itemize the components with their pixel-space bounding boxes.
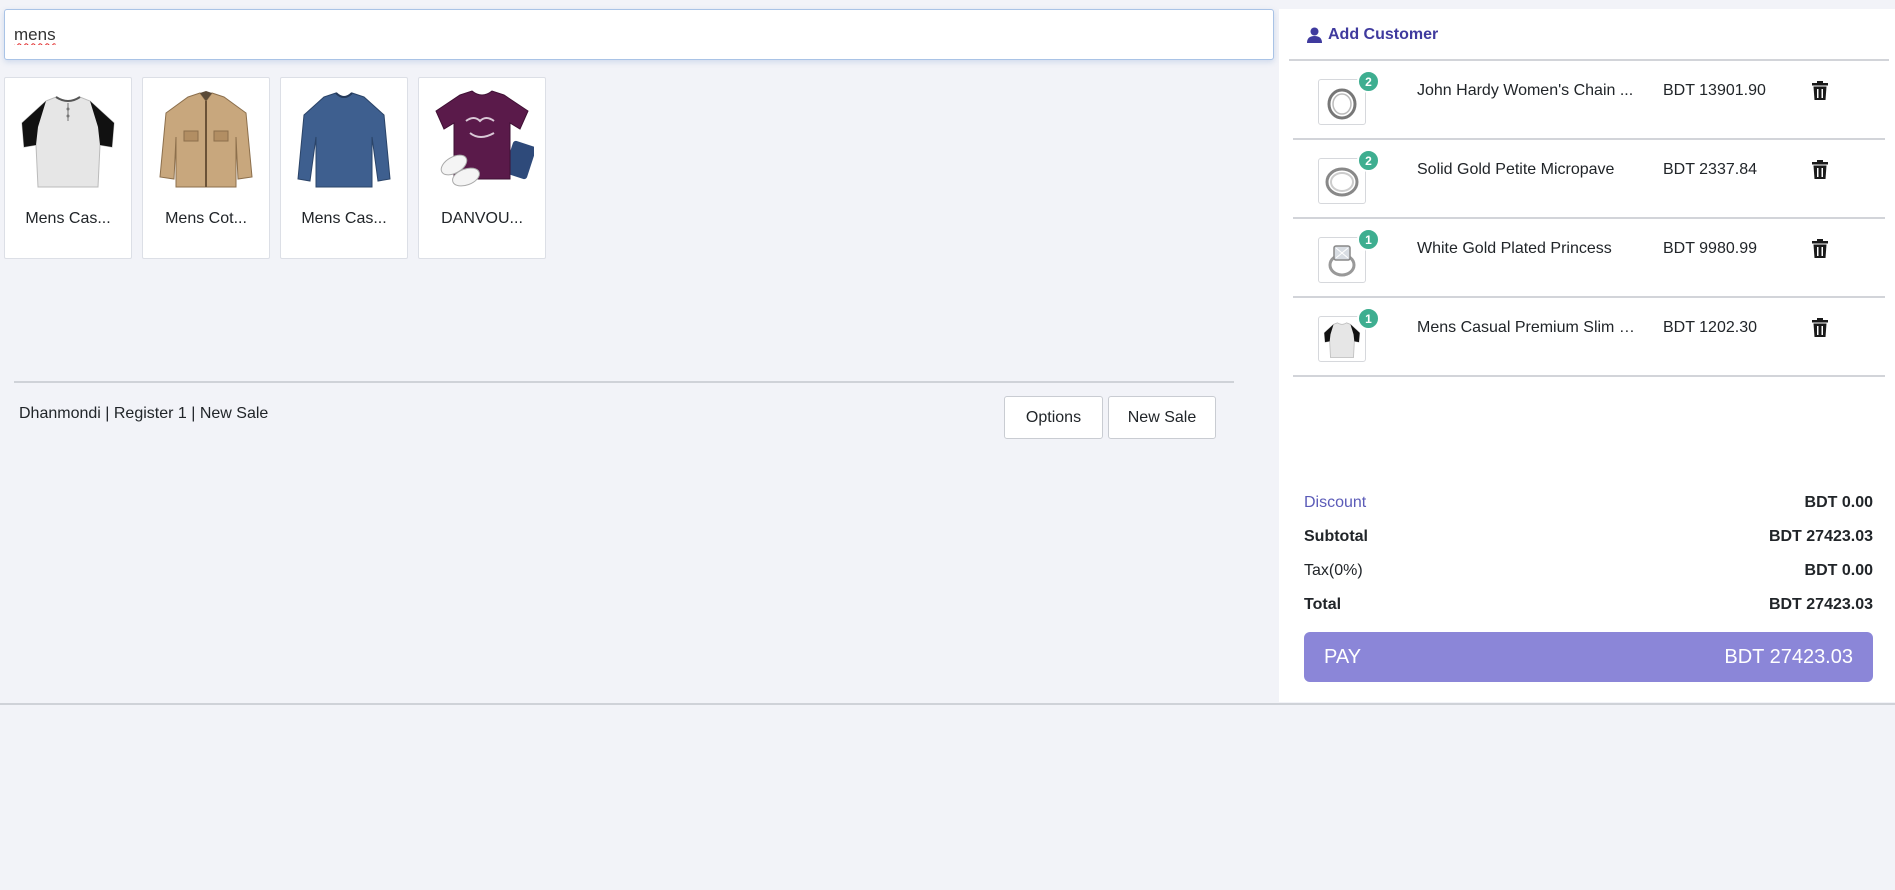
product-name: Mens Cot... [165, 210, 247, 227]
cart-item-price: BDT 1202.30 [1663, 319, 1757, 336]
total-label: Total [1304, 596, 1342, 613]
search-input[interactable] [5, 10, 1273, 59]
trash-icon[interactable] [1811, 318, 1829, 338]
henley-shirt-image [13, 84, 123, 194]
cart-item-name: White Gold Plated Princess [1417, 240, 1612, 257]
register-status: Dhanmondi | Register 1 | New Sale [19, 405, 269, 422]
total-row: Total BDT 27423.03 [1304, 596, 1873, 630]
discount-row: Discount BDT 0.00 [1304, 494, 1873, 528]
cart-list: 2 John Hardy Women's Chain ... BDT 13901… [1293, 61, 1885, 377]
new-sale-button[interactable]: New Sale [1108, 396, 1216, 439]
tax-label: Tax(0%) [1304, 562, 1363, 579]
order-summary: Discount BDT 0.00 Subtotal BDT 27423.03 … [1304, 494, 1873, 630]
cart-item[interactable]: 1 Mens Casual Premium Slim F... BDT 1202… [1293, 298, 1885, 377]
options-button[interactable]: Options [1004, 396, 1103, 439]
cart-panel: Add Customer 2 John Hardy Women's Chain … [1279, 9, 1895, 702]
cart-item[interactable]: 2 John Hardy Women's Chain ... BDT 13901… [1293, 61, 1885, 140]
trash-icon[interactable] [1811, 239, 1829, 259]
cart-item[interactable]: 1 White Gold Plated Princess BDT 9980.99 [1293, 219, 1885, 298]
discount-link[interactable]: Discount [1304, 494, 1366, 512]
subtotal-value: BDT 27423.03 [1768, 528, 1873, 545]
product-grid: Mens Cas... Mens Cot... Mens Cas... DANV… [4, 77, 546, 259]
search-box[interactable] [4, 9, 1274, 60]
discount-value: BDT 0.00 [1804, 494, 1873, 511]
divider [0, 703, 1895, 705]
cart-item-name: Mens Casual Premium Slim F... [1417, 319, 1637, 336]
cart-item[interactable]: 2 Solid Gold Petite Micropave BDT 2337.8… [1293, 140, 1885, 219]
womens-tshirt-image [427, 84, 537, 194]
product-panel: Mens Cas... Mens Cot... [0, 0, 1278, 705]
product-name: Mens Cas... [301, 210, 387, 227]
trash-icon[interactable] [1811, 160, 1829, 180]
product-name: Mens Cas... [25, 210, 111, 227]
cart-item-name: Solid Gold Petite Micropave [1417, 161, 1615, 178]
tax-row: Tax(0%) BDT 0.00 [1304, 562, 1873, 596]
product-card[interactable]: DANVOU... [418, 77, 546, 259]
subtotal-label: Subtotal [1304, 528, 1368, 545]
cart-item-name: John Hardy Women's Chain ... [1417, 82, 1634, 99]
quantity-badge: 2 [1357, 70, 1380, 93]
divider [14, 381, 1234, 383]
cotton-jacket-image [151, 84, 261, 194]
cart-item-price: BDT 9980.99 [1663, 240, 1757, 257]
quantity-badge: 2 [1357, 149, 1380, 172]
add-customer-button[interactable]: Add Customer [1307, 26, 1438, 44]
pos-app: Mens Cas... Mens Cot... [0, 0, 1895, 890]
tax-value: BDT 0.00 [1804, 562, 1873, 579]
user-icon [1307, 27, 1322, 43]
subtotal-row: Subtotal BDT 27423.03 [1304, 528, 1873, 562]
pay-amount: BDT 27423.03 [1724, 646, 1853, 668]
cart-item-price: BDT 2337.84 [1663, 161, 1757, 178]
pay-label: PAY [1324, 646, 1362, 668]
product-card[interactable]: Mens Cas... [4, 77, 132, 259]
long-sleeve-tee-image [289, 84, 399, 194]
quantity-badge: 1 [1357, 228, 1380, 251]
cart-item-price: BDT 13901.90 [1663, 82, 1766, 99]
product-card[interactable]: Mens Cot... [142, 77, 270, 259]
product-name: DANVOU... [441, 210, 523, 227]
add-customer-label: Add Customer [1328, 26, 1439, 43]
trash-icon[interactable] [1811, 81, 1829, 101]
product-card[interactable]: Mens Cas... [280, 77, 408, 259]
total-value: BDT 27423.03 [1768, 596, 1873, 613]
quantity-badge: 1 [1357, 307, 1380, 330]
pay-button[interactable]: PAY BDT 27423.03 [1304, 632, 1873, 682]
